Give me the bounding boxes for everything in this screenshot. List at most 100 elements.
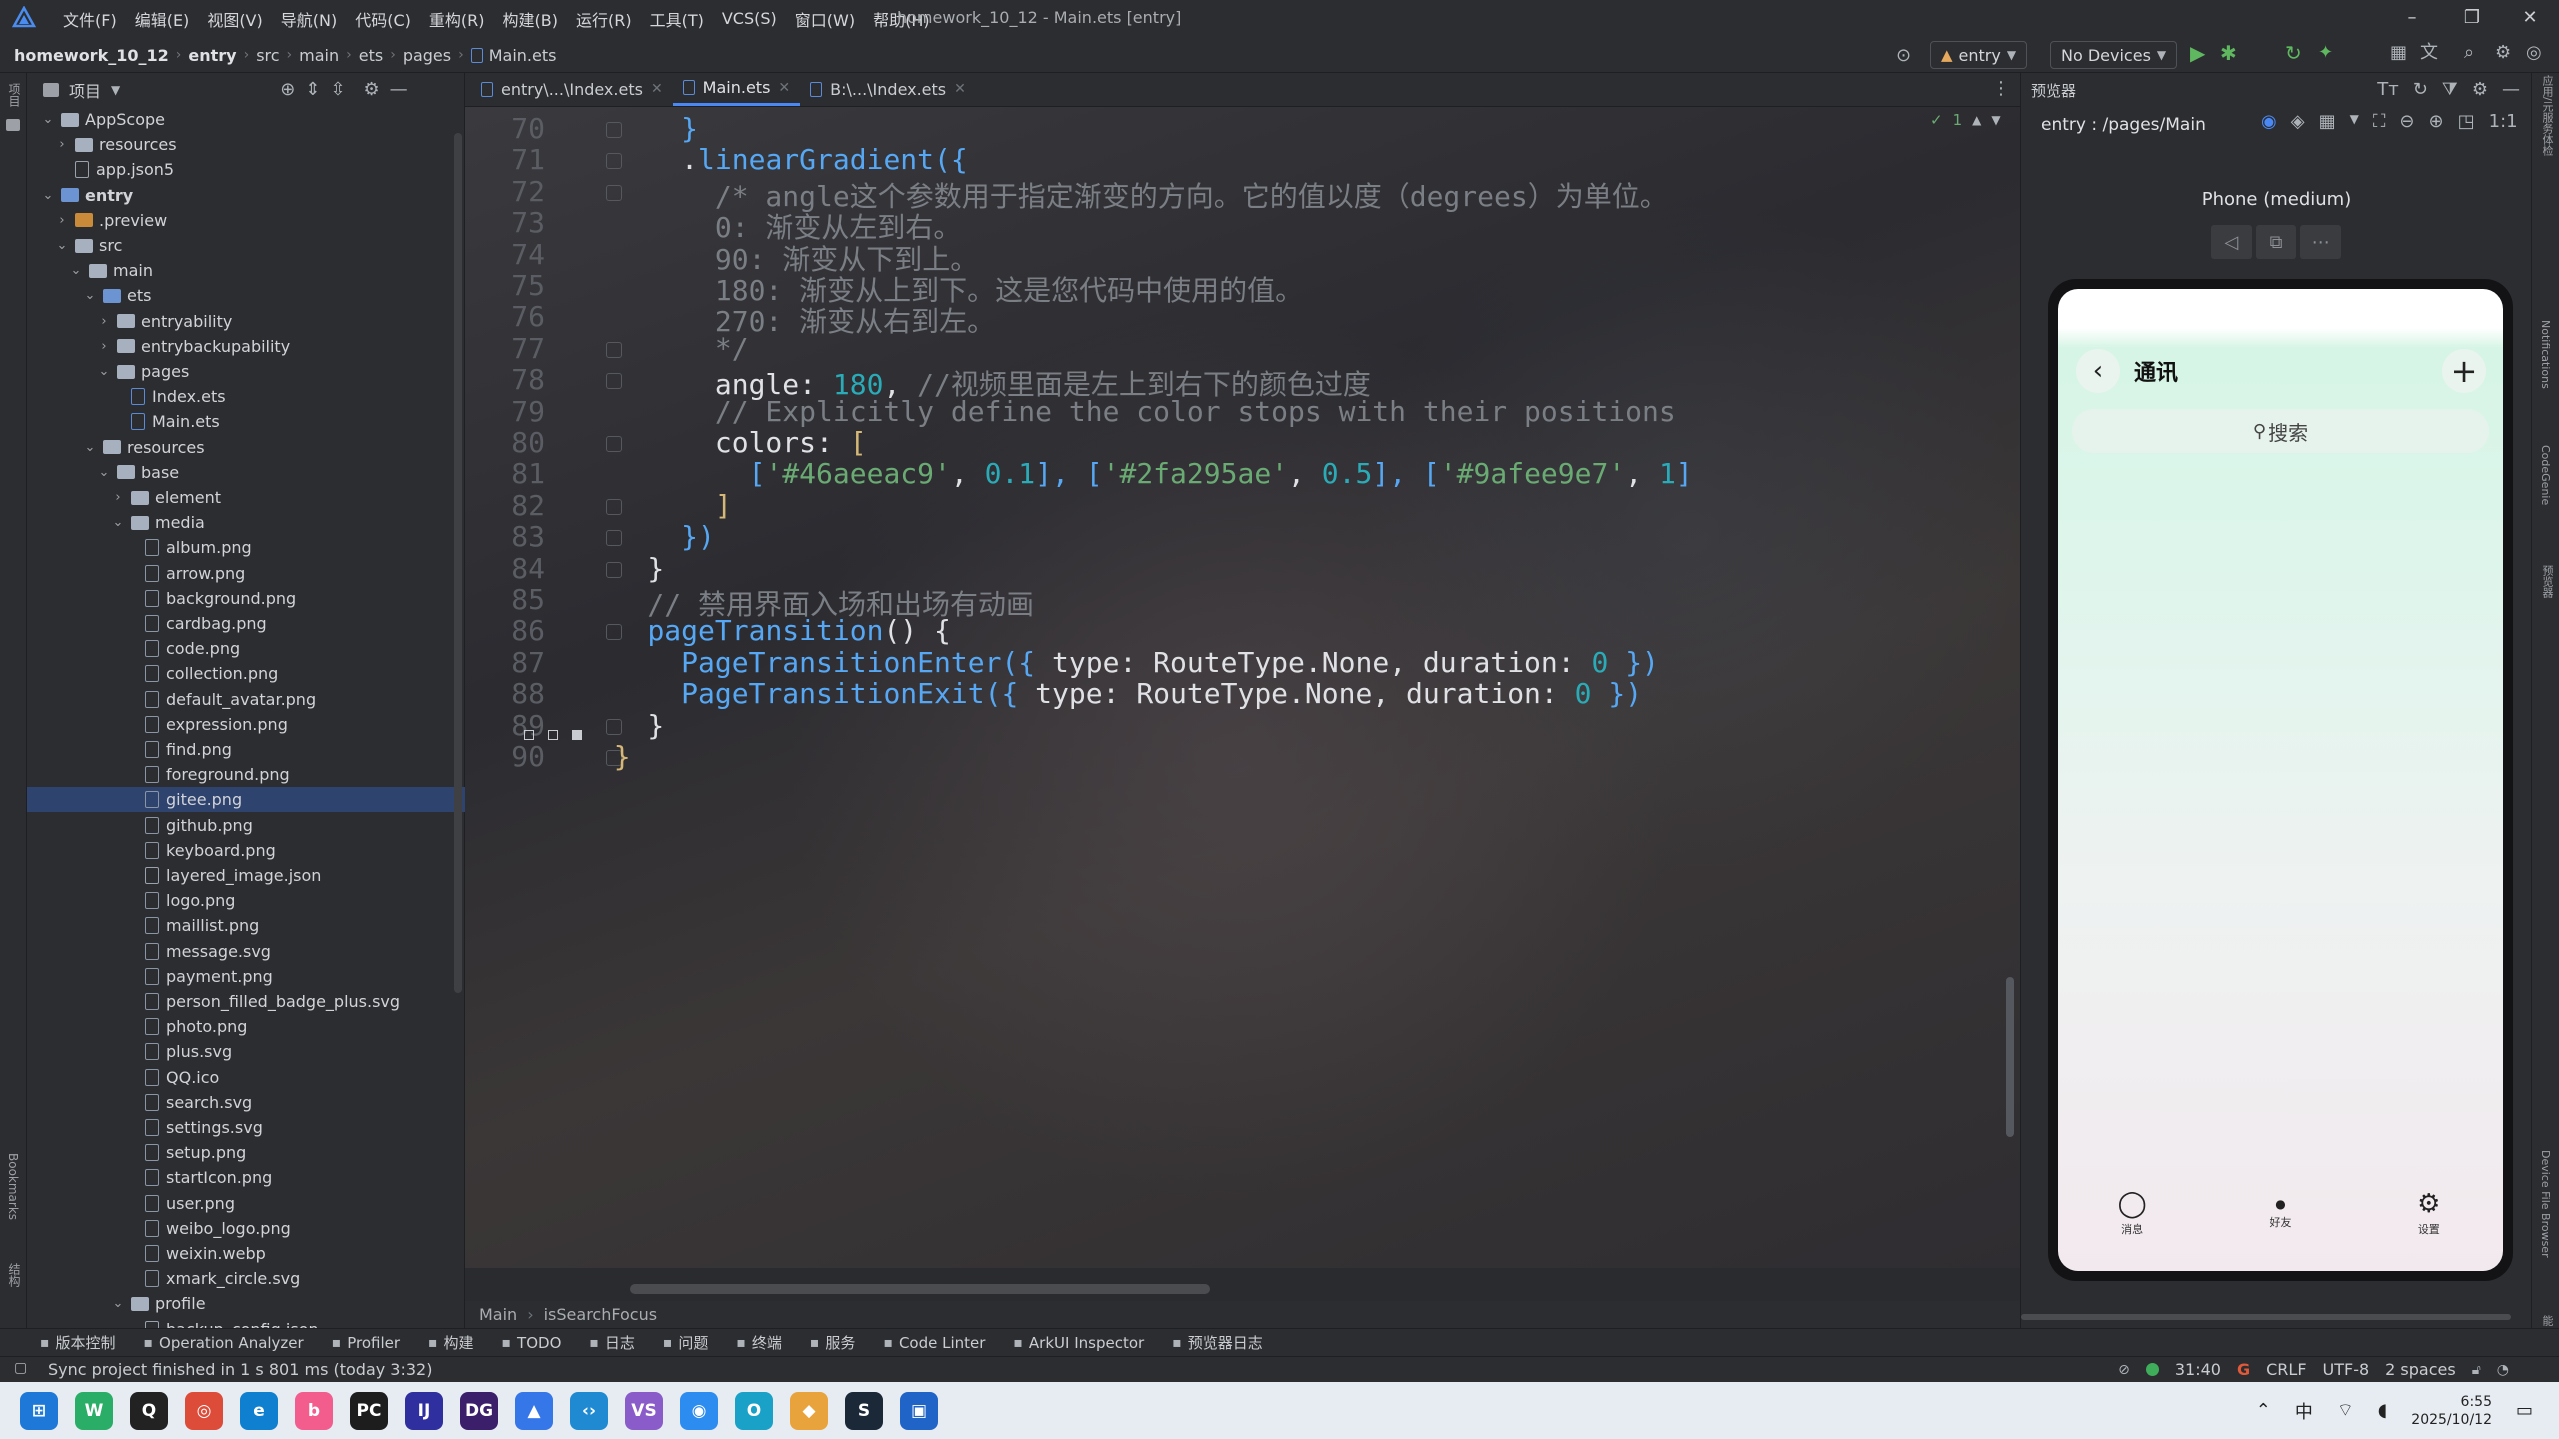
chrome-icon[interactable]: ◎ bbox=[185, 1391, 223, 1430]
project-tool-label[interactable]: 项目 bbox=[6, 83, 23, 107]
chevron-down-icon[interactable]: ⌄ bbox=[83, 288, 97, 303]
line-ending[interactable]: CRLF bbox=[2266, 1360, 2306, 1379]
rotate-icon[interactable]: ◳ bbox=[2458, 113, 2475, 131]
actual-size-icon[interactable]: 1:1 bbox=[2489, 113, 2518, 131]
chevron-up-icon[interactable]: ▲ bbox=[1972, 114, 1981, 126]
settings-gear-icon[interactable]: ⚙ bbox=[2472, 81, 2488, 99]
tree-item[interactable]: gitee.png bbox=[27, 787, 465, 813]
menu-item[interactable]: 重构(R) bbox=[420, 7, 494, 31]
breadcrumb-item[interactable]: homework_10_12 bbox=[14, 46, 169, 65]
account-icon[interactable]: ◎ bbox=[2526, 43, 2542, 62]
tree-item[interactable]: QQ.ico bbox=[27, 1065, 465, 1090]
expand-all-icon[interactable]: ⇕ bbox=[305, 81, 320, 99]
close-icon[interactable]: ✕ bbox=[954, 81, 966, 97]
chevron-down-icon[interactable]: ⌄ bbox=[41, 188, 55, 203]
tree-item[interactable]: default_avatar.png bbox=[27, 687, 465, 712]
tree-item[interactable]: ⌄ ets bbox=[27, 283, 465, 308]
menu-item[interactable]: 代码(C) bbox=[346, 7, 420, 31]
breadcrumb-item[interactable]: ets bbox=[359, 46, 383, 65]
chevron-down-icon[interactable]: ▼ bbox=[1991, 114, 2000, 126]
tree-item[interactable]: photo.png bbox=[27, 1014, 465, 1039]
tree-item[interactable]: › element bbox=[27, 485, 465, 510]
tree-item[interactable]: xmark_circle.svg bbox=[27, 1266, 465, 1291]
tree-item[interactable]: › .preview bbox=[27, 208, 465, 233]
chevron-right-icon[interactable]: › bbox=[97, 339, 111, 354]
collapse-all-icon[interactable]: ⇳ bbox=[330, 81, 345, 99]
tree-item[interactable]: › entrybackupability bbox=[27, 334, 465, 359]
menu-item[interactable]: 构建(B) bbox=[494, 7, 567, 31]
fit-screen-icon[interactable]: ⛶ bbox=[2373, 113, 2386, 131]
apply-changes-icon[interactable]: ↻ bbox=[2285, 43, 2302, 64]
tree-item[interactable]: payment.png bbox=[27, 964, 465, 989]
menu-item[interactable]: 导航(N) bbox=[272, 7, 346, 31]
tree-item[interactable]: ⌄ main bbox=[27, 258, 465, 283]
tree-item[interactable]: foreground.png bbox=[27, 762, 465, 787]
search-input[interactable]: ⚲ 搜索 bbox=[2072, 409, 2489, 453]
git-tool-icon[interactable]: ◆ bbox=[790, 1391, 828, 1430]
tree-item[interactable]: expression.png bbox=[27, 712, 465, 737]
chevron-down-icon[interactable]: ⌄ bbox=[97, 364, 111, 379]
volume-icon[interactable]: ◖ bbox=[2378, 1400, 2387, 1421]
tool-window-button[interactable]: ▪ Profiler bbox=[332, 1334, 400, 1352]
tool-window-button[interactable]: ▪ 终端 bbox=[736, 1332, 782, 1353]
nav-settings[interactable]: ⚙ 设置 bbox=[2355, 1169, 2503, 1259]
tree-item[interactable]: ⌄ entry bbox=[27, 183, 465, 208]
tree-item[interactable]: search.svg bbox=[27, 1090, 465, 1115]
tree-item[interactable]: plus.svg bbox=[27, 1039, 465, 1064]
layout-icon[interactable]: ▢ bbox=[14, 1361, 27, 1375]
search-icon[interactable]: ⌕ bbox=[2464, 43, 2474, 62]
rotate-device-icon[interactable]: ⧉ bbox=[2255, 225, 2297, 259]
back-key-icon[interactable]: ◁ bbox=[2211, 225, 2252, 259]
store-icon[interactable]: ▣ bbox=[900, 1391, 938, 1430]
right-tool-label[interactable]: Notifications bbox=[2539, 320, 2552, 389]
chevron-down-icon[interactable]: ⌄ bbox=[41, 112, 55, 127]
chevron-up-icon[interactable]: ⌃ bbox=[2256, 1400, 2271, 1421]
chevron-down-icon[interactable]: ⌄ bbox=[111, 1296, 125, 1311]
filter-icon[interactable]: ⧩ bbox=[2442, 81, 2458, 99]
tree-item[interactable]: find.png bbox=[27, 737, 465, 762]
tree-item[interactable]: ⌄ resources bbox=[27, 435, 465, 460]
deveco-logo-icon[interactable] bbox=[11, 5, 37, 30]
tree-item[interactable]: keyboard.png bbox=[27, 838, 465, 863]
font-size-icon[interactable]: Tт bbox=[2377, 81, 2398, 99]
menu-item[interactable]: VCS(S) bbox=[713, 9, 786, 28]
tool-window-button[interactable]: ▪ Code Linter bbox=[883, 1334, 985, 1352]
tree-item[interactable]: person_filled_badge_plus.svg bbox=[27, 989, 465, 1014]
wifi-icon[interactable]: ⌔ bbox=[2337, 1399, 2354, 1422]
indent-setting[interactable]: 2 spaces bbox=[2385, 1360, 2456, 1379]
editor-vertical-scrollbar[interactable] bbox=[2006, 977, 2014, 1137]
chevron-down-icon[interactable]: ⌄ bbox=[111, 515, 125, 530]
tool-window-button[interactable]: ▪ 构建 bbox=[428, 1332, 474, 1353]
tool-window-button[interactable]: ▪ Operation Analyzer bbox=[144, 1334, 304, 1352]
color-swatch-icon[interactable] bbox=[524, 730, 534, 740]
more-icon[interactable]: ⋯ bbox=[2300, 225, 2342, 259]
restore-button[interactable]: ❐ bbox=[2452, 4, 2492, 32]
office-icon[interactable]: O bbox=[735, 1391, 773, 1430]
deveco-icon[interactable]: ▲ bbox=[515, 1391, 553, 1430]
back-button[interactable]: ‹ bbox=[2076, 349, 2120, 393]
tree-item[interactable]: › entryability bbox=[27, 309, 465, 334]
tree-item[interactable]: cardbag.png bbox=[27, 611, 465, 636]
clock[interactable]: 6:55 2025/10/12 bbox=[2411, 1393, 2492, 1429]
breadcrumb-member[interactable]: isSearchFocus bbox=[544, 1305, 657, 1324]
tree-item[interactable]: collection.png bbox=[27, 661, 465, 686]
tree-item[interactable]: ⌄ src bbox=[27, 233, 465, 258]
tree-item[interactable]: ⌄ base bbox=[27, 460, 465, 485]
tree-item[interactable]: ⌄ profile bbox=[27, 1291, 465, 1316]
nav-friends[interactable]: ● 好友 bbox=[2206, 1169, 2354, 1259]
run-config-dropdown[interactable]: ▲ entry ▼ bbox=[1930, 41, 2028, 69]
tree-item[interactable]: message.svg bbox=[27, 939, 465, 964]
chevron-down-icon[interactable]: ⌄ bbox=[69, 263, 83, 278]
tree-item[interactable]: ⌄ AppScope bbox=[27, 107, 465, 132]
nav-messages[interactable]: ◯ 消息 bbox=[2058, 1169, 2206, 1259]
file-encoding[interactable]: UTF-8 bbox=[2323, 1360, 2370, 1379]
no-inspection-icon[interactable]: ⊘ bbox=[2118, 1363, 2130, 1377]
chevron-right-icon[interactable]: › bbox=[97, 314, 111, 329]
tool-window-button[interactable]: ▪ 服务 bbox=[810, 1332, 856, 1353]
menu-item[interactable]: 运行(R) bbox=[567, 7, 641, 31]
status-ok-icon[interactable] bbox=[2145, 1363, 2159, 1376]
editor-tab[interactable]: Main.ets ✕ bbox=[672, 73, 801, 106]
tree-item[interactable]: setup.png bbox=[27, 1140, 465, 1165]
editor-horizontal-scrollbar[interactable] bbox=[630, 1284, 1210, 1294]
tree-item[interactable]: github.png bbox=[27, 813, 465, 838]
